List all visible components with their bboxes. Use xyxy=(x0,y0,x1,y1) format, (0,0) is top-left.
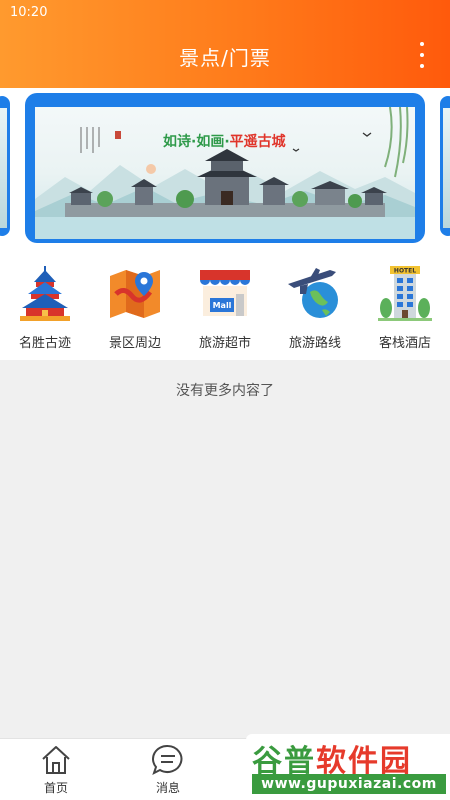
category-scenic-sites[interactable]: 名胜古迹 xyxy=(5,264,85,360)
no-more-content-text: 没有更多内容了 xyxy=(176,383,274,399)
banner-next-card[interactable] xyxy=(440,96,450,236)
map-location-icon xyxy=(110,270,160,318)
more-vertical-icon xyxy=(420,42,424,46)
page-title: 景点/门票 xyxy=(179,46,271,70)
more-options-button[interactable] xyxy=(412,40,432,70)
watermark-url: www.gupuxiazai.com xyxy=(252,774,446,794)
app-header: 10:20 景点/门票 xyxy=(0,0,450,88)
nav-home[interactable]: 首页 xyxy=(0,739,112,800)
svg-text:Mall: Mall xyxy=(213,301,232,310)
temple-icon xyxy=(20,266,70,321)
ancient-town-illustration xyxy=(35,107,415,239)
airplane-globe-icon xyxy=(288,268,338,318)
category-travel-market[interactable]: Mall 旅游超市 xyxy=(185,264,265,360)
svg-text:HOTEL: HOTEL xyxy=(394,268,416,275)
banner-slide[interactable]: 如诗·如画·平遥古城 xyxy=(25,93,425,243)
message-icon xyxy=(152,744,183,775)
status-bar-time: 10:20 xyxy=(10,5,48,20)
nav-messages[interactable]: 消息 xyxy=(112,739,224,800)
banner-carousel[interactable]: 如诗·如画·平遥古城 xyxy=(0,88,450,250)
banner-caption: 如诗·如画·平遥古城 xyxy=(163,134,286,150)
mall-store-icon: Mall xyxy=(200,270,250,316)
carousel-indicators xyxy=(35,233,415,239)
category-inns-hotels[interactable]: HOTEL 客栈酒店 xyxy=(365,264,445,360)
home-icon xyxy=(42,746,70,774)
site-watermark: 谷普软件园 www.gupuxiazai.com xyxy=(246,734,450,800)
banner-prev-card[interactable] xyxy=(0,96,10,236)
category-menu: 名胜古迹 景区周边 Mall 旅游超市 旅游路线 HOTEL 客栈酒店 xyxy=(0,250,450,360)
hotel-icon: HOTEL xyxy=(378,266,432,321)
banner-image: 如诗·如画·平遥古城 xyxy=(35,107,415,239)
category-nearby-attractions[interactable]: 景区周边 xyxy=(95,264,175,360)
category-travel-routes[interactable]: 旅游路线 xyxy=(275,264,355,360)
